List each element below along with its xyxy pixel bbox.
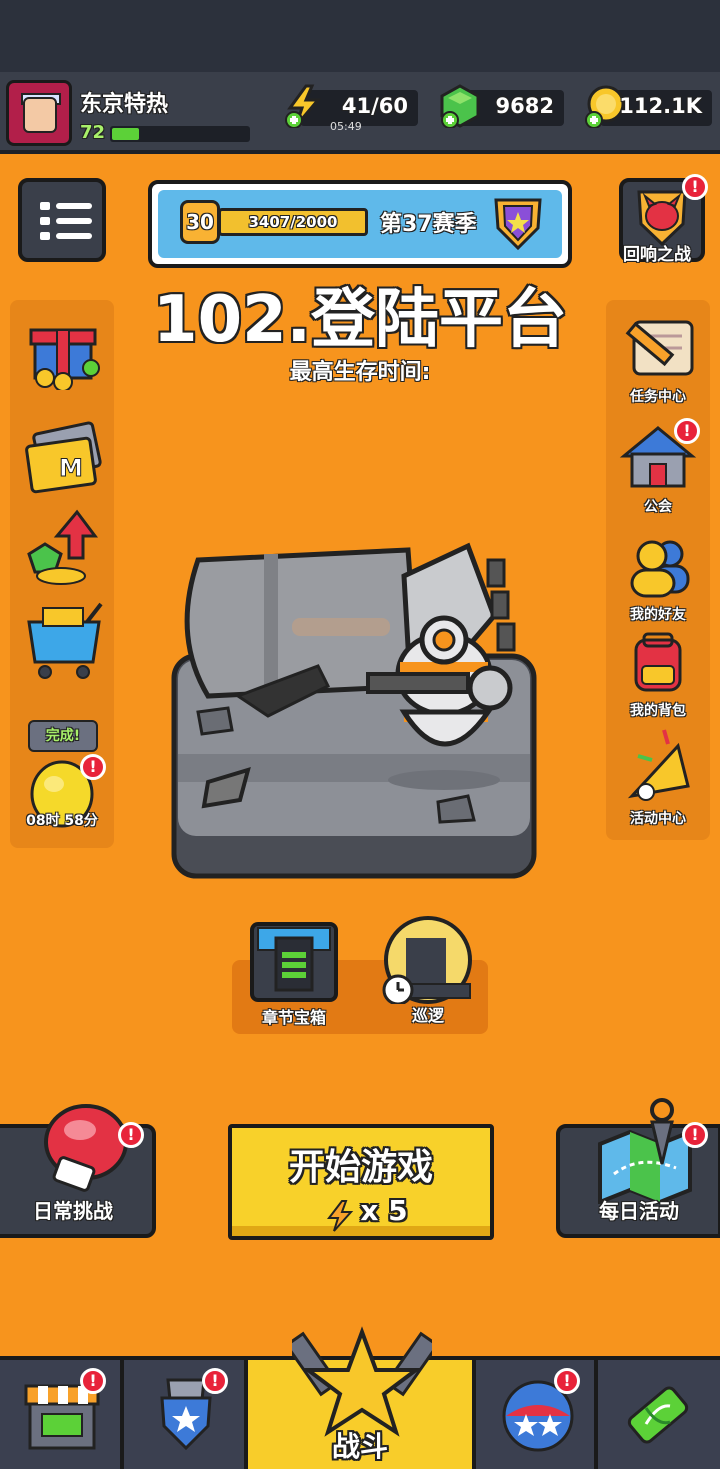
nav-battle-label: 战斗	[331, 1430, 388, 1463]
lightning-icon	[285, 84, 322, 128]
start-game-cost: x 5	[360, 1194, 408, 1227]
xp-fill	[112, 128, 139, 140]
notification-badge: !	[682, 1122, 708, 1148]
event-center-button[interactable]: 活动中心	[608, 726, 708, 828]
backpack-button[interactable]: 我的背包	[608, 630, 708, 720]
system-status-bar	[0, 0, 720, 72]
energy-timer: 05:49	[330, 120, 362, 133]
nav-tab-talents[interactable]: !	[476, 1360, 598, 1469]
top-resource-bar: 东京特热 72 41/60 05:49 9682 112.1K	[0, 72, 720, 154]
event-center-label: 活动中心	[630, 811, 686, 827]
start-game-button[interactable]: 开始游戏 x 5	[228, 1124, 494, 1240]
guild-label: 公会	[644, 499, 672, 515]
energy-resource[interactable]: 41/60 05:49	[285, 84, 418, 133]
backpack-icon	[634, 632, 682, 692]
guild-button[interactable]: 公会 !	[608, 418, 708, 516]
nav-tab-equipment[interactable]: !	[124, 1360, 248, 1469]
monthly-card-icon: M	[25, 421, 102, 494]
completed-bubble: 完成!	[28, 720, 98, 752]
bottom-navigation: ! ! 战斗 !	[0, 1326, 720, 1469]
party-popper-icon	[627, 729, 690, 801]
patrol-button[interactable]: 巡逻	[376, 914, 480, 1026]
friends-button[interactable]: 我的好友	[608, 536, 708, 624]
nav-tab-battle[interactable]: 战斗	[248, 1326, 476, 1469]
coins-value: 112.1K	[619, 94, 702, 118]
daily-challenge-button[interactable]: ! 日常挑战	[0, 1104, 156, 1238]
patrol-label: 巡逻	[411, 1006, 444, 1025]
notification-badge: !	[118, 1122, 144, 1148]
season-level: 30	[180, 200, 220, 244]
menu-icon	[40, 202, 50, 210]
chest-icon	[250, 922, 338, 1002]
daily-challenge-label: 日常挑战	[33, 1199, 113, 1223]
svg-text:M: M	[59, 454, 83, 482]
daily-event-label: 每日活动	[599, 1199, 679, 1223]
nav-tab-shop[interactable]: !	[0, 1360, 124, 1469]
season-pass-banner[interactable]: 3407/2000 30 第37赛季	[148, 180, 572, 268]
start-game-label: 开始游戏	[288, 1147, 433, 1188]
shopping-cart-icon	[27, 602, 103, 679]
boxing-glove-icon	[44, 1104, 128, 1192]
shop-cart-button[interactable]	[12, 598, 112, 686]
backpack-label: 我的背包	[630, 703, 686, 719]
notification-badge: !	[554, 1368, 580, 1394]
season-progress: 3407/2000	[218, 208, 368, 236]
notification-badge: !	[80, 1368, 106, 1394]
season-shield-icon	[494, 198, 542, 251]
scroll-pencil-icon	[625, 320, 694, 376]
notification-badge: !	[674, 418, 700, 444]
notification-badge: !	[682, 174, 708, 200]
nav-tab-evolution[interactable]	[598, 1360, 720, 1469]
echo-battle-button[interactable]: 回响之战 !	[612, 174, 712, 266]
gems-resource[interactable]: 9682	[440, 84, 564, 128]
chapter-chest-button[interactable]: 章节宝箱	[246, 918, 342, 1028]
player-name: 东京特热	[80, 92, 169, 117]
gems-value: 9682	[495, 94, 554, 118]
gift-box-icon	[29, 328, 100, 392]
task-center-button[interactable]: 任务中心	[608, 316, 708, 406]
player-level: 72	[80, 122, 106, 143]
map-icon	[598, 1098, 692, 1204]
daily-event-button[interactable]: ! 每日活动	[556, 1098, 720, 1238]
dna-capsule-icon	[627, 1386, 689, 1444]
echo-battle-label: 回响之战	[623, 245, 691, 265]
season-label: 第37赛季	[380, 212, 477, 237]
patrol-icon	[382, 916, 472, 1006]
level-preview-image[interactable]	[168, 536, 540, 884]
friends-label: 我的好友	[630, 607, 686, 623]
coins-resource[interactable]: 112.1K	[585, 85, 712, 128]
player-avatar[interactable]	[6, 80, 72, 146]
chapter-chest-label: 章节宝箱	[261, 1008, 326, 1027]
gem-icon	[440, 84, 480, 128]
player-xp-bar	[110, 126, 250, 142]
notification-badge: !	[202, 1368, 228, 1394]
growth-arrow-icon	[27, 509, 98, 585]
friends-icon	[630, 540, 690, 598]
lightning-icon	[326, 1200, 354, 1232]
growth-fund-button[interactable]	[12, 508, 112, 592]
energy-value: 41/60	[341, 94, 408, 118]
monthly-card-button[interactable]: M	[12, 420, 112, 500]
notification-badge: !	[80, 754, 106, 780]
task-center-label: 任务中心	[630, 389, 686, 405]
menu-button[interactable]	[18, 178, 106, 262]
idle-reward-timer: 08时 58分	[26, 813, 98, 829]
gift-button[interactable]	[12, 316, 112, 394]
